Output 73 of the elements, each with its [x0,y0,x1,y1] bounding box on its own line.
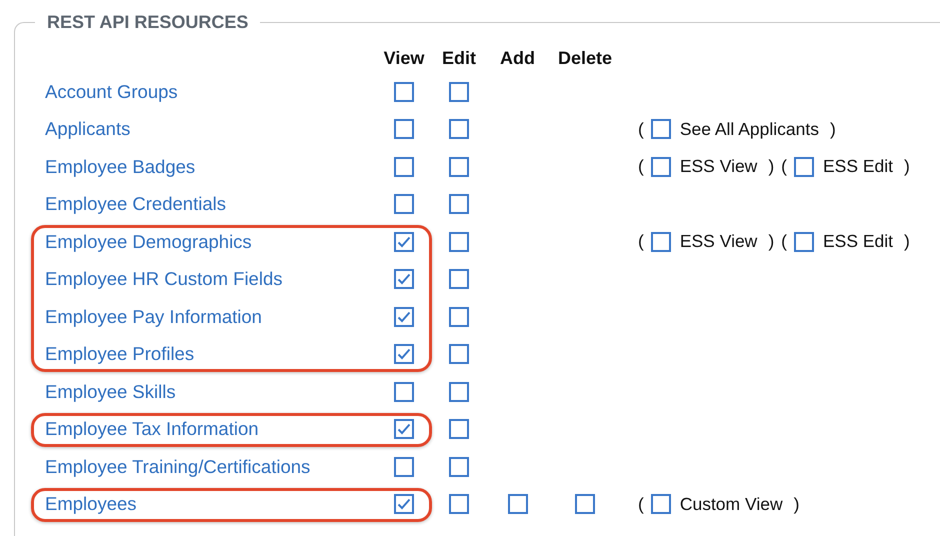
checkmark-icon [397,423,411,436]
checkbox[interactable] [394,344,414,364]
option-label: See All Applicants [680,118,819,140]
option-label: ESS View [680,231,758,252]
checkmark-icon [397,498,411,510]
column-header: Add [500,48,535,68]
checkbox[interactable] [449,306,469,327]
checkbox[interactable] [650,494,671,514]
checkbox[interactable] [394,232,414,252]
open-parenthesis: ( [638,156,644,178]
checkbox[interactable] [449,119,469,140]
checkbox[interactable] [394,306,414,327]
option-label: ESS Edit [822,156,894,178]
checkbox[interactable] [449,232,469,252]
checkbox[interactable] [394,269,414,290]
checkbox[interactable] [394,194,414,214]
checkbox[interactable] [575,494,595,514]
section-title: REST API RESOURCES [46,12,250,33]
checkbox[interactable] [449,494,469,514]
checkbox[interactable] [449,156,469,177]
option-label: ESS View [680,156,758,178]
checkmark-icon [397,310,411,323]
checkmark-icon [397,273,411,286]
resource-link[interactable]: Employee Tax Information [33,418,380,440]
checkbox[interactable] [794,232,814,252]
open-parenthesis: ( [638,231,644,252]
checkbox[interactable] [394,119,414,140]
checkbox[interactable] [650,119,671,140]
resource-link[interactable]: Employee Profiles [33,343,380,366]
open-parenthesis: ( [638,494,644,515]
option-label: ESS Edit [822,231,894,252]
checkbox[interactable] [449,269,469,290]
checkmark-icon [397,348,411,360]
close-parenthesis: ) [904,156,910,178]
resource-link[interactable]: Employee HR Custom Fields [33,268,380,290]
resource-link[interactable]: Employee Credentials [33,193,380,216]
checkbox[interactable] [794,156,814,177]
resource-link[interactable]: Employee Training/Certifications [33,456,380,478]
resource-link[interactable]: Employee Pay Information [33,306,380,328]
close-parenthesis: ) [830,118,836,140]
resource-link[interactable]: Account Groups [33,80,380,103]
checkbox[interactable] [449,194,469,214]
checkmark-icon [397,236,411,248]
resource-link[interactable]: Employee Badges [33,156,380,178]
checkbox[interactable] [394,382,414,402]
resource-link[interactable]: Applicants [33,118,380,140]
close-parenthesis: ) [794,494,800,515]
open-parenthesis: ( [781,231,787,252]
checkbox[interactable] [508,494,528,514]
checkbox[interactable] [449,419,469,440]
checkbox[interactable] [449,82,469,102]
checkbox[interactable] [394,419,414,440]
checkbox[interactable] [394,156,414,177]
close-parenthesis: ) [904,231,910,252]
checkbox[interactable] [449,344,469,364]
open-parenthesis: ( [781,156,787,178]
checkbox[interactable] [394,494,414,514]
column-header: Delete [558,48,612,68]
resource-link[interactable]: Employees [33,493,380,516]
checkbox[interactable] [394,82,414,102]
checkbox[interactable] [449,456,469,477]
resource-link[interactable]: Employee Demographics [33,230,380,253]
column-header: Edit [442,48,476,68]
close-parenthesis: ) [768,156,774,178]
close-parenthesis: ) [768,231,774,252]
option-label: Custom View [680,494,783,515]
resource-link[interactable]: Employee Skills [33,380,380,403]
checkbox[interactable] [650,232,671,252]
checkbox[interactable] [394,456,414,477]
checkbox[interactable] [650,156,671,177]
open-parenthesis: ( [638,118,644,140]
column-header: View [384,48,424,68]
checkbox[interactable] [449,382,469,402]
